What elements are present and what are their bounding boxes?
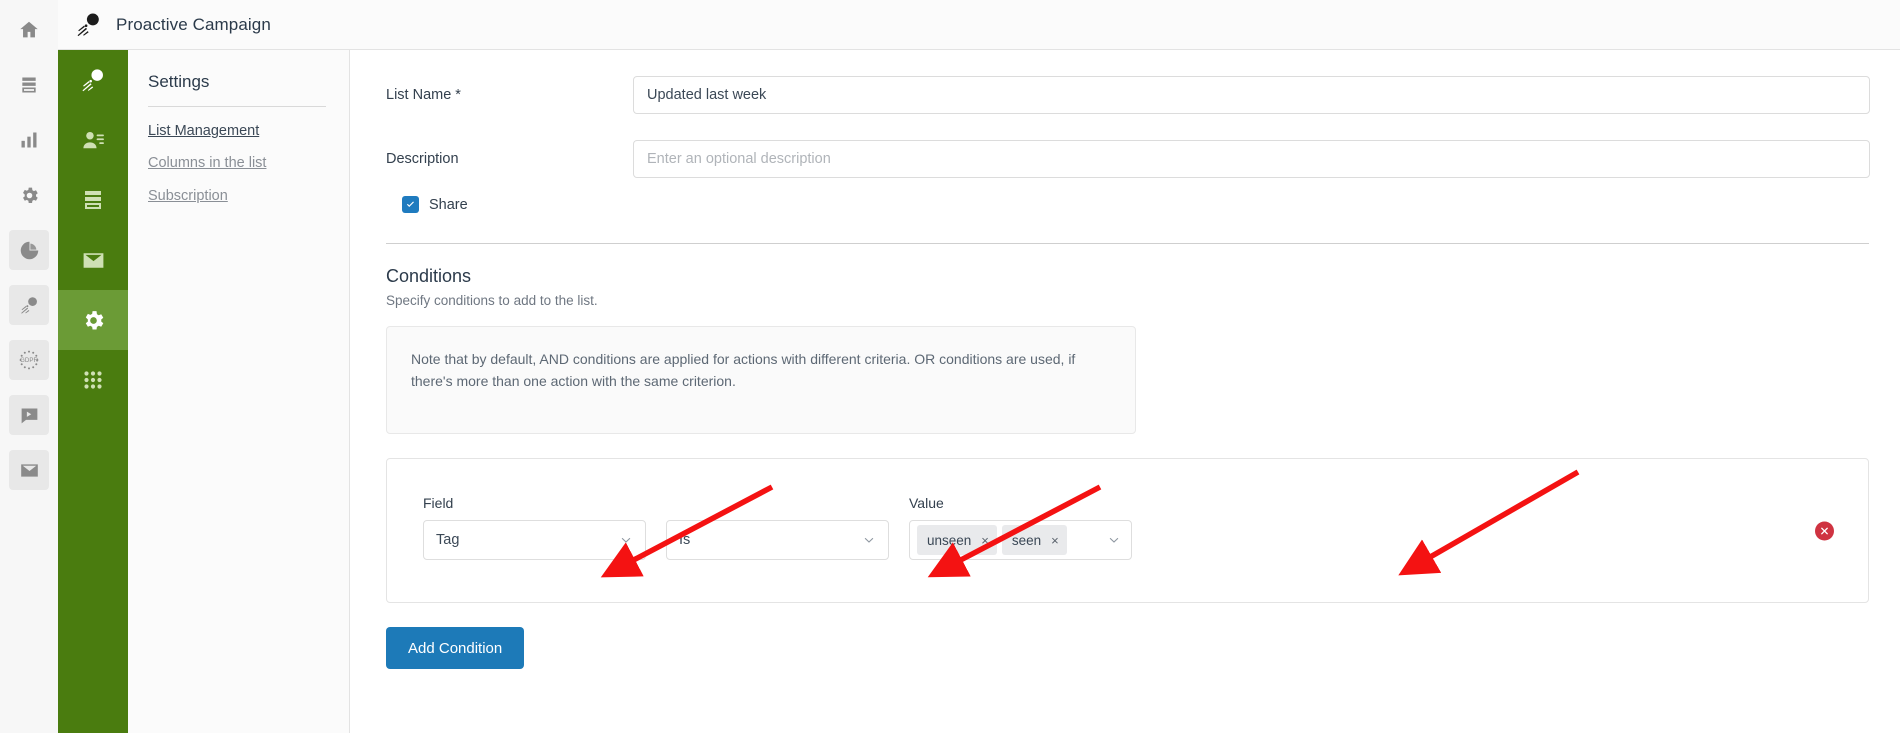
description-row: Description (386, 140, 1870, 178)
share-label: Share (429, 196, 468, 213)
field-label: Field (423, 495, 454, 511)
section-divider (386, 243, 1869, 244)
operator-label (666, 495, 889, 511)
delete-condition-button[interactable] (1815, 521, 1834, 540)
sidebar-item-campaign[interactable] (58, 50, 128, 110)
list-name-label: List Name * (386, 87, 461, 103)
share-row: Share (386, 196, 1870, 213)
condition-row: Field Tag Is Value unseen × seen × (386, 458, 1869, 603)
inbox-icon[interactable] (9, 65, 49, 105)
sidebar-item-apps[interactable] (58, 350, 128, 410)
value-label: Value (909, 495, 944, 511)
sidebar-item-messages[interactable] (58, 230, 128, 290)
settings-subnav: Settings List Management Columns in the … (128, 50, 350, 733)
subnav-item-subscription[interactable]: Subscription (148, 188, 349, 205)
description-input[interactable] (633, 140, 1870, 178)
gear-icon[interactable] (9, 175, 49, 215)
comet-icon[interactable] (9, 285, 49, 325)
value-column: Value unseen × seen × (909, 495, 1132, 560)
subnav-item-list-management[interactable]: List Management (148, 123, 349, 140)
sidebar-item-contacts[interactable] (58, 110, 128, 170)
list-name-row: List Name * (386, 76, 1870, 114)
close-icon[interactable]: × (981, 534, 989, 547)
subnav-divider (148, 106, 326, 107)
value-tag-label: seen (1011, 532, 1042, 548)
description-label: Description (386, 151, 459, 167)
conditions-note: Note that by default, AND conditions are… (386, 326, 1136, 434)
chevron-down-icon (862, 533, 876, 547)
operator-column: Is (666, 495, 889, 560)
conditions-title: Conditions (386, 266, 472, 286)
operator-select[interactable]: Is (666, 520, 889, 560)
value-tag-label: unseen (927, 532, 972, 548)
value-tag-list: unseen × seen × (917, 525, 1107, 555)
conditions-subtitle: Specify conditions to add to the list. (386, 293, 598, 308)
list-name-input[interactable] (633, 76, 1870, 114)
sidebar-item-lists[interactable] (58, 170, 128, 230)
operator-select-value: Is (679, 532, 691, 548)
svg-text:GDPR: GDPR (20, 357, 38, 364)
page-title: Proactive Campaign (116, 14, 271, 34)
main-content: List Name * Description Share Conditions… (350, 50, 1900, 733)
app-root: GDPR Proactive Campaign Settings List Ma… (0, 0, 1900, 733)
comet-icon (72, 8, 106, 42)
gdpr-icon[interactable]: GDPR (9, 340, 49, 380)
field-select-value: Tag (436, 532, 460, 548)
value-multiselect[interactable]: unseen × seen × (909, 520, 1132, 560)
share-checkbox[interactable] (402, 196, 419, 213)
field-column: Field Tag (423, 495, 646, 560)
add-condition-button[interactable]: Add Condition (386, 627, 525, 669)
chevron-down-icon (619, 533, 633, 547)
primary-icon-rail: GDPR (0, 0, 58, 733)
bar-chart-icon[interactable] (9, 120, 49, 160)
subnav-title: Settings (148, 72, 210, 91)
home-icon[interactable] (9, 10, 49, 50)
chevron-down-icon (1107, 533, 1121, 547)
module-sidebar (58, 50, 128, 733)
chat-play-icon[interactable] (9, 395, 49, 435)
close-icon[interactable]: × (1051, 534, 1059, 547)
pie-clock-icon[interactable] (9, 230, 49, 270)
field-select[interactable]: Tag (423, 520, 646, 560)
envelope-icon[interactable] (9, 450, 49, 490)
value-tag[interactable]: unseen × (917, 525, 997, 555)
sidebar-item-settings[interactable] (58, 290, 128, 350)
value-tag[interactable]: seen × (1001, 525, 1067, 555)
subnav-item-columns-in-the-list[interactable]: Columns in the list (148, 155, 349, 172)
top-header-bar: Proactive Campaign (58, 0, 1900, 50)
